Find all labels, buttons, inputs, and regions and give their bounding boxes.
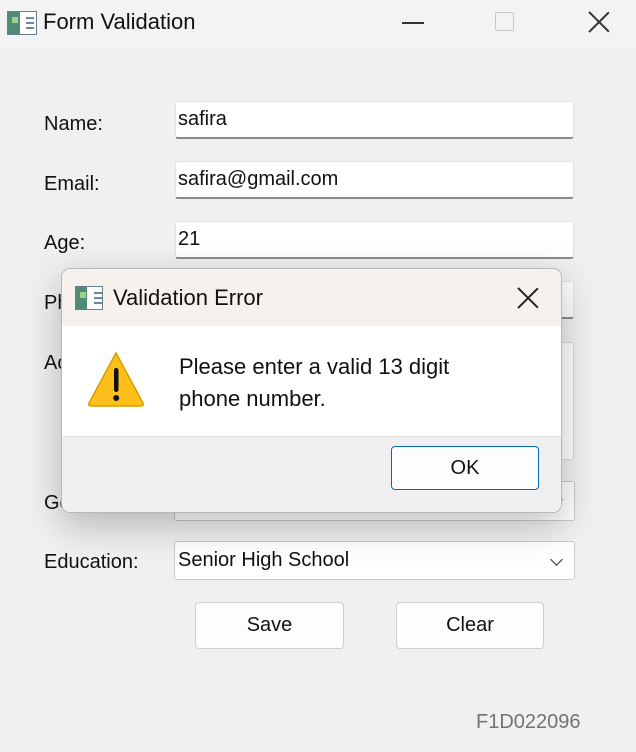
age-label: Age:: [44, 232, 86, 254]
age-input[interactable]: 21: [175, 221, 574, 259]
dialog-footer: OK: [62, 436, 561, 512]
form-app-icon: [7, 11, 37, 35]
minimize-icon[interactable]: [402, 22, 424, 24]
form-validation-window: Form Validation Name: safira Email: safi…: [0, 0, 636, 752]
clear-button[interactable]: Clear: [396, 602, 544, 649]
maximize-icon[interactable]: [495, 12, 514, 31]
dialog-message: Please enter a valid 13 digit phone numb…: [179, 351, 529, 415]
dialog-app-icon: [75, 286, 103, 310]
save-button[interactable]: Save: [195, 602, 344, 649]
email-input[interactable]: safira@gmail.com: [175, 161, 574, 199]
footer-id-text: F1D022096: [476, 711, 581, 733]
education-label: Education:: [44, 551, 139, 573]
email-label: Email:: [44, 173, 100, 195]
warning-icon: [88, 351, 144, 407]
chevron-down-icon: [550, 553, 563, 566]
validation-error-dialog: Validation Error Please enter a valid 13…: [61, 268, 562, 513]
dialog-close-icon[interactable]: [517, 287, 539, 309]
dialog-title: Validation Error: [113, 285, 263, 310]
name-label: Name:: [44, 113, 103, 135]
dialog-titlebar: Validation Error: [62, 269, 561, 326]
ok-button[interactable]: OK: [391, 446, 539, 490]
name-input[interactable]: safira: [175, 101, 574, 139]
close-icon[interactable]: [588, 11, 609, 32]
window-titlebar: Form Validation: [0, 0, 636, 48]
education-select[interactable]: Senior High School: [174, 541, 575, 580]
dialog-message-line-1: Please enter a valid 13 digit: [179, 354, 450, 379]
dialog-message-line-2: phone number.: [179, 386, 326, 411]
education-selected-value: Senior High School: [178, 549, 350, 571]
window-title: Form Validation: [43, 9, 196, 34]
